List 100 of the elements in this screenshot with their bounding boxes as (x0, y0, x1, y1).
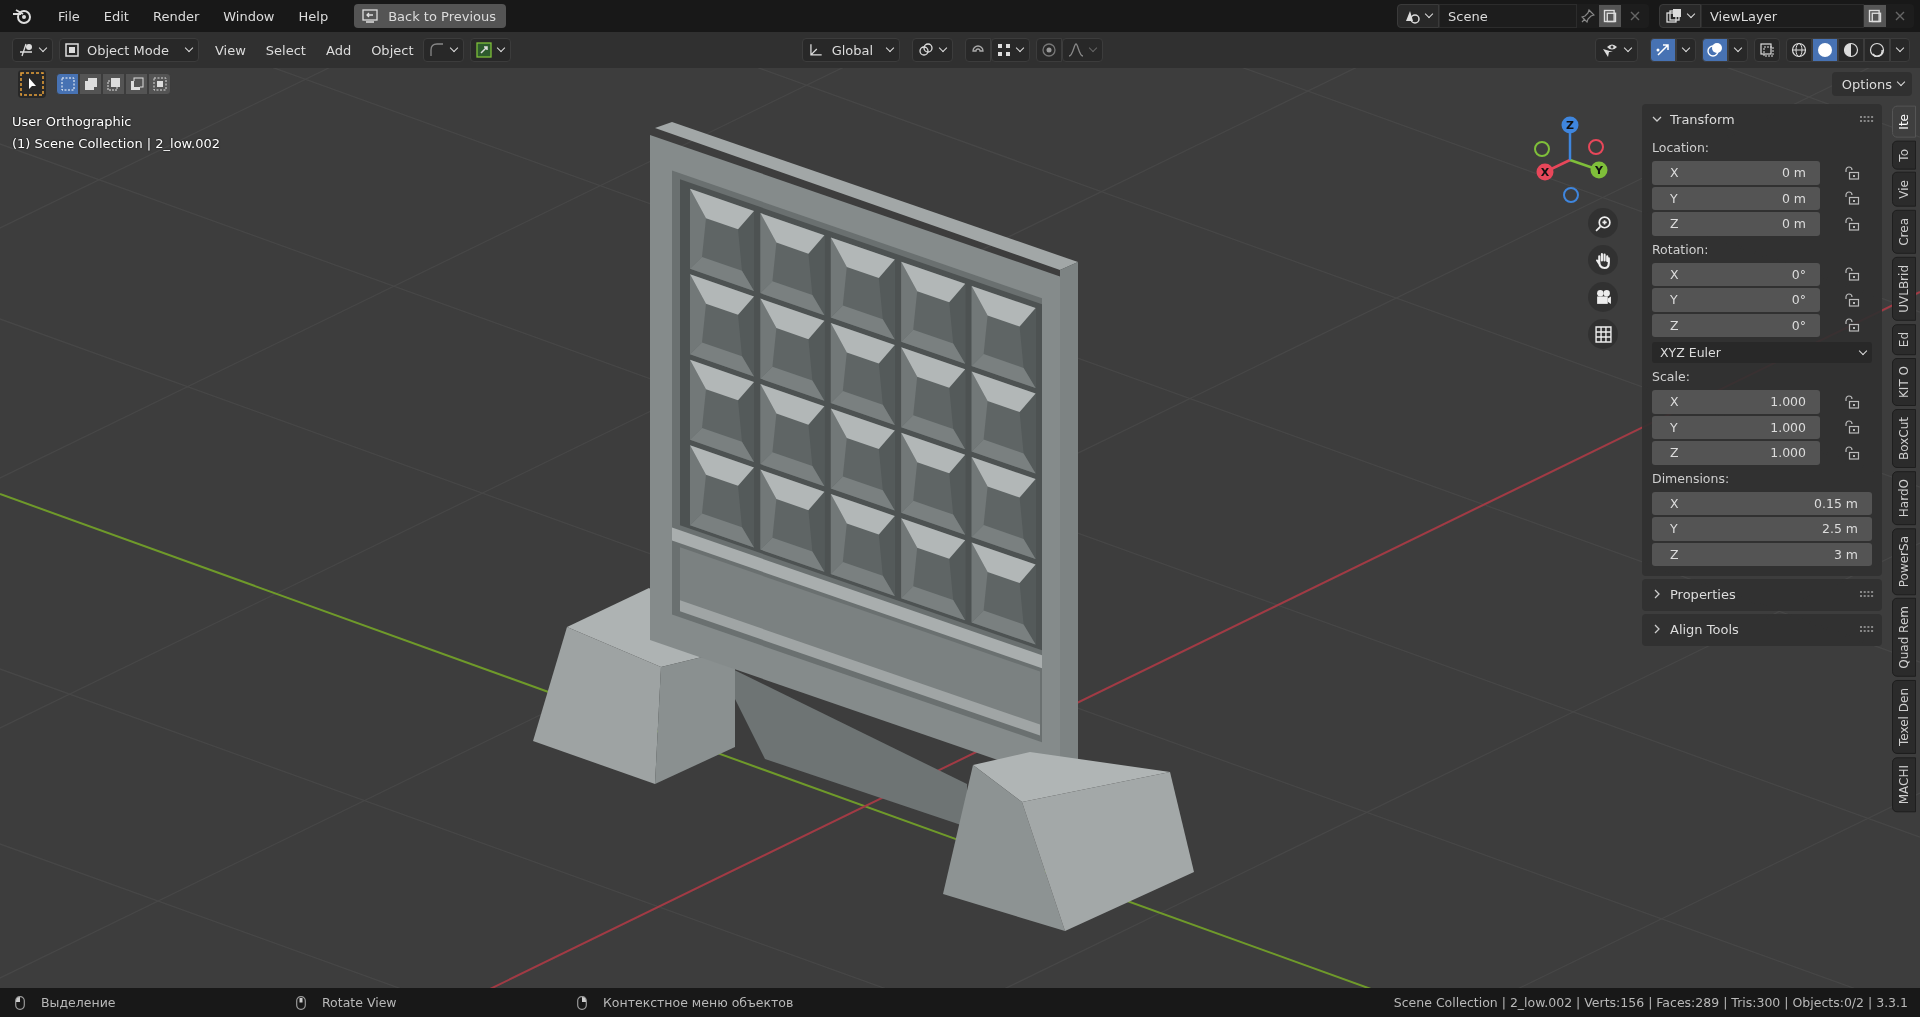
shading-mode-button[interactable] (1864, 38, 1890, 62)
snap-toggle[interactable] (965, 38, 991, 62)
dropdown-button[interactable] (1676, 38, 1696, 62)
scene-name-field[interactable]: Scene (1439, 4, 1577, 28)
rotation-mode-dropdown[interactable]: XYZ Euler (1652, 342, 1872, 363)
number-field[interactable]: Y 2.5 m (1652, 517, 1872, 541)
selection-mode-button[interactable] (56, 73, 79, 95)
screen-icon (362, 9, 379, 23)
drag-handle-icon[interactable] (1860, 626, 1874, 632)
sidebar-tab[interactable]: Ed (1892, 323, 1916, 355)
shading-mode-button[interactable] (1786, 38, 1812, 62)
overlay-toggle[interactable] (1702, 38, 1728, 62)
gizmo-toggle[interactable] (1650, 38, 1676, 62)
padlock-icon[interactable] (1844, 267, 1860, 282)
sidebar-tab[interactable]: PowerSa (1892, 527, 1916, 596)
snap-target-button[interactable] (991, 38, 1030, 62)
pin-icon[interactable] (1581, 9, 1595, 23)
proportional-editing-toggle[interactable] (1036, 38, 1062, 62)
menu-item[interactable]: Help (286, 8, 341, 24)
blender-logo-icon[interactable] (12, 8, 32, 24)
status-hint: Выделение (41, 995, 116, 1010)
number-field[interactable]: Z 0° (1652, 313, 1820, 337)
number-field[interactable]: X 0.15 m (1652, 491, 1872, 515)
sidebar-tab[interactable]: BoxCut (1892, 408, 1916, 468)
view-layer-name-field[interactable]: ViewLayer (1701, 4, 1864, 28)
shading-mode-button[interactable] (1838, 38, 1864, 62)
shading-mode-button[interactable] (1812, 38, 1838, 62)
padlock-icon[interactable] (1844, 292, 1860, 307)
menu-item[interactable]: File (46, 8, 92, 24)
mode-dropdown[interactable]: Object Mode (59, 38, 199, 62)
half-sphere-icon (1843, 42, 1859, 58)
pan-button[interactable] (1588, 245, 1618, 275)
number-field[interactable]: Z 1.000 (1652, 441, 1820, 465)
menu-item[interactable]: View (205, 42, 256, 58)
number-field[interactable]: Y 0° (1652, 288, 1820, 312)
panel-header[interactable]: Properties (1652, 586, 1736, 602)
view-layer-type-button[interactable] (1659, 4, 1701, 28)
options-dropdown[interactable]: Options (1831, 72, 1912, 96)
eye-pointer-icon (1601, 42, 1619, 58)
scene-type-button[interactable] (1397, 4, 1439, 28)
perspective-toggle-button[interactable] (1588, 319, 1618, 349)
menu-item[interactable]: Object (361, 42, 424, 58)
select-tool-button[interactable] (18, 70, 46, 98)
bell-curve-icon (1068, 42, 1084, 58)
transform-affect-button[interactable] (423, 38, 465, 62)
close-icon[interactable] (1629, 10, 1641, 22)
number-field[interactable]: X 0 m (1652, 161, 1820, 185)
dropdown-button[interactable] (1890, 38, 1910, 62)
sidebar-tab[interactable]: MACHI (1892, 756, 1916, 813)
padlock-icon[interactable] (1844, 445, 1860, 460)
falloff-button[interactable] (1062, 38, 1103, 62)
panel-header[interactable]: Align Tools (1652, 621, 1739, 637)
camera-view-button[interactable] (1588, 282, 1618, 312)
copy-icon[interactable] (1864, 5, 1886, 27)
padlock-icon[interactable] (1844, 191, 1860, 206)
number-field[interactable]: Y 1.000 (1652, 415, 1820, 439)
sidebar-tab[interactable]: UVLBrid (1892, 256, 1916, 321)
menu-item[interactable]: Render (140, 8, 212, 24)
number-field[interactable]: Z 0 m (1652, 212, 1820, 236)
number-field[interactable]: Z 3 m (1652, 542, 1872, 566)
sidebar-tab[interactable]: Ite (1892, 106, 1916, 138)
pivot-point-button[interactable] (912, 38, 953, 62)
number-field[interactable]: X 0° (1652, 262, 1820, 286)
dropdown-button[interactable] (1728, 38, 1748, 62)
padlock-icon[interactable] (1844, 216, 1860, 231)
editor-type-button[interactable] (12, 38, 53, 62)
menu-item[interactable]: Add (315, 42, 362, 58)
sidebar-tab[interactable]: Crea (1892, 209, 1916, 254)
selection-mode-button[interactable] (79, 73, 102, 95)
padlock-icon[interactable] (1844, 165, 1860, 180)
sidebar-tab[interactable]: HardO (1892, 470, 1916, 525)
navigation-gizmo[interactable]: X Y Z (1534, 116, 1608, 203)
sidebar-tab[interactable]: KIT O (1892, 357, 1916, 406)
visibility-button[interactable] (1595, 38, 1638, 62)
close-icon[interactable] (1894, 10, 1906, 22)
padlock-icon[interactable] (1844, 420, 1860, 435)
menu-item[interactable]: Edit (91, 8, 141, 24)
drag-handle-icon[interactable] (1860, 116, 1874, 122)
sidebar-tab[interactable]: Vie (1892, 172, 1916, 207)
copy-icon[interactable] (1599, 5, 1621, 27)
back-to-previous-button[interactable]: Back to Previous (354, 4, 506, 28)
menu-item[interactable]: Window (211, 8, 287, 24)
sidebar-tab[interactable]: To (1892, 140, 1916, 170)
x-ray-toggle[interactable] (1754, 38, 1780, 62)
camera-icon (1594, 288, 1612, 306)
panel-header[interactable]: Transform (1652, 111, 1735, 127)
number-field[interactable]: X 1.000 (1652, 390, 1820, 414)
sidebar-tab[interactable]: Texel Den (1892, 679, 1916, 754)
selection-mode-button[interactable] (125, 73, 148, 95)
padlock-icon[interactable] (1844, 394, 1860, 409)
zoom-button[interactable] (1588, 208, 1618, 238)
padlock-icon[interactable] (1844, 318, 1860, 333)
selection-mode-button[interactable] (102, 73, 125, 95)
menu-item[interactable]: Select (255, 42, 316, 58)
orientation-dropdown[interactable]: Global (802, 38, 900, 62)
drag-handle-icon[interactable] (1860, 591, 1874, 597)
selection-mode-button[interactable] (148, 73, 171, 95)
number-field[interactable]: Y 0 m (1652, 186, 1820, 210)
transform-pivot-button[interactable] (470, 38, 512, 62)
sidebar-tab[interactable]: Quad Rem (1892, 598, 1916, 677)
